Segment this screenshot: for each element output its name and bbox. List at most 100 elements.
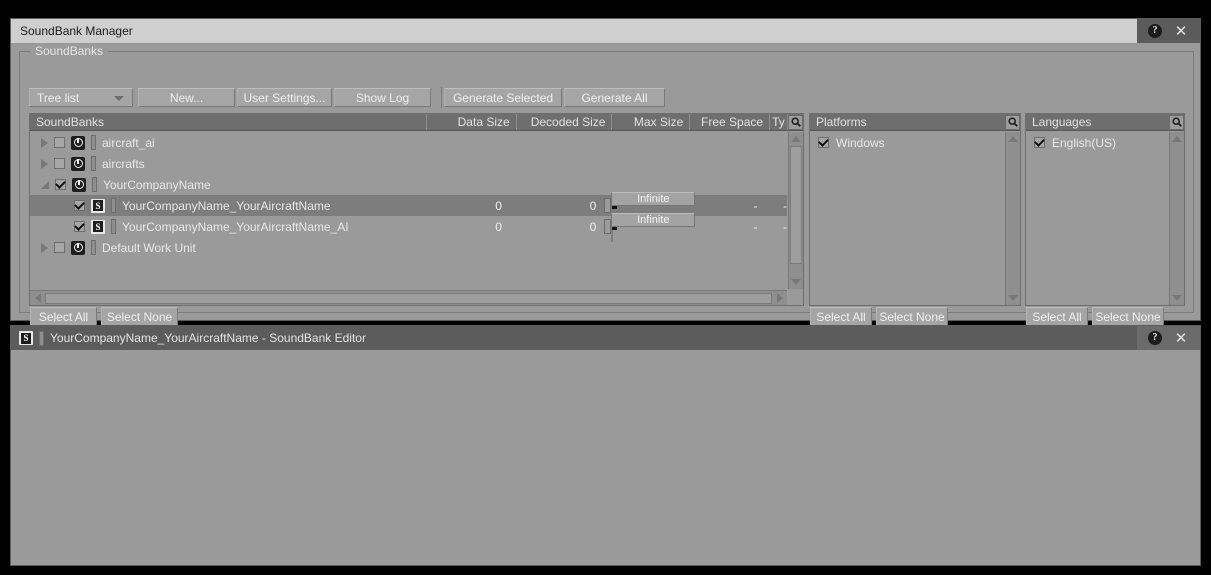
color-bar (91, 156, 96, 171)
row-checkbox[interactable] (74, 221, 85, 232)
work-unit-icon (71, 241, 85, 255)
list-item[interactable]: English(US) (1026, 132, 1168, 153)
soundbanks-column-header: SoundBanks Data Size Decoded Size Max Si… (30, 114, 803, 131)
toolbar-separator (441, 87, 442, 108)
platforms-select-none-button[interactable]: Select None (876, 307, 948, 326)
row-checkbox[interactable] (54, 158, 65, 169)
row-label: YourCompanyName (103, 178, 211, 192)
platforms-vertical-scrollbar[interactable] (1005, 132, 1020, 305)
column-header-free-space[interactable]: Free Space (690, 114, 770, 130)
color-bar (111, 198, 116, 213)
row-label: aircrafts (102, 157, 145, 171)
scroll-up-icon[interactable] (1170, 132, 1184, 146)
scroll-up-icon[interactable] (789, 132, 803, 146)
platform-checkbox[interactable] (818, 137, 829, 148)
cell-decoded-size: 0 (510, 199, 604, 213)
generate-all-button[interactable]: Generate All (564, 88, 665, 107)
help-icon[interactable]: ? (1147, 23, 1163, 39)
expander-expanded-icon[interactable] (41, 181, 49, 189)
scroll-left-icon[interactable] (30, 291, 45, 305)
expander-collapsed-icon[interactable] (41, 159, 48, 169)
cell-type: - (763, 220, 787, 234)
row-checkbox[interactable] (55, 179, 66, 190)
languages-header-label: Languages (1026, 114, 1169, 130)
platforms-header-bar: Platforms (810, 114, 1020, 131)
soundbanks-select-none-button[interactable]: Select None (101, 307, 178, 326)
soundbank-manager-title: SoundBank Manager (20, 24, 133, 38)
column-header-soundbanks[interactable]: SoundBanks (30, 114, 427, 130)
platforms-header-label: Platforms (810, 114, 1005, 130)
new-button[interactable]: New... (138, 88, 235, 107)
cell-decoded-size: 0 (510, 220, 604, 234)
soundbank-editor-window: S YourCompanyName_YourAircraftName - Sou… (10, 325, 1201, 566)
soundbank-manager-window: SoundBank Manager ? ✕ SoundBanks Tree li… (10, 18, 1201, 321)
languages-select-none-button[interactable]: Select None (1092, 307, 1164, 326)
scroll-down-icon[interactable] (789, 275, 803, 289)
user-settings-button[interactable]: User Settings... (237, 88, 332, 107)
scroll-right-icon[interactable] (772, 291, 787, 305)
languages-panel: Languages English(US) (1025, 113, 1185, 306)
work-unit-icon (72, 178, 86, 192)
chevron-down-icon (114, 96, 124, 101)
max-size-value[interactable]: Infinite (611, 192, 695, 206)
language-checkbox[interactable] (1034, 137, 1045, 148)
platforms-panel: Platforms Windows (809, 113, 1021, 306)
soundbanks-select-all-button[interactable]: Select All (30, 307, 97, 326)
languages-vertical-scrollbar[interactable] (1169, 132, 1184, 305)
table-row[interactable]: aircrafts (30, 153, 787, 174)
soundbank-icon: S (91, 220, 105, 234)
row-label: YourCompanyName_YourAircraftName (122, 199, 331, 213)
scrollbar-thumb[interactable] (790, 146, 802, 264)
search-icon[interactable] (1005, 115, 1020, 130)
expander-collapsed-icon[interactable] (41, 138, 48, 148)
soundbanks-groupbox-label: SoundBanks (30, 44, 108, 58)
soundbanks-list-panel: SoundBanks Data Size Decoded Size Max Si… (29, 113, 804, 306)
scroll-down-icon[interactable] (1006, 291, 1020, 305)
scroll-up-icon[interactable] (1006, 132, 1020, 146)
cell-data-size: 0 (421, 220, 509, 234)
soundbank-editor-titlebar: S YourCompanyName_YourAircraftName - Sou… (11, 326, 1200, 350)
column-header-decoded-size[interactable]: Decoded Size (517, 114, 613, 130)
list-item[interactable]: Windows (810, 132, 1004, 153)
soundbanks-horizontal-scrollbar[interactable] (30, 290, 787, 305)
table-row[interactable]: aircraft_ai (30, 132, 787, 153)
color-bar (92, 177, 97, 192)
color-bar (39, 331, 44, 346)
app-root: SoundBank Manager ? ✕ SoundBanks Tree li… (0, 0, 1211, 575)
search-icon[interactable] (1169, 115, 1184, 130)
show-log-button[interactable]: Show Log (334, 88, 431, 107)
expander-collapsed-icon[interactable] (41, 243, 48, 253)
table-row[interactable]: S YourCompanyName_YourAircraftName_AI 0 … (30, 216, 787, 237)
platform-label: Windows (836, 136, 885, 150)
scrollbar-thumb[interactable] (45, 293, 772, 304)
row-checkbox[interactable] (54, 137, 65, 148)
close-icon[interactable]: ✕ (1173, 23, 1189, 39)
column-header-data-size[interactable]: Data Size (427, 114, 517, 130)
generate-selected-button[interactable]: Generate Selected (444, 88, 562, 107)
cell-free-space: - (699, 199, 764, 213)
color-bar (91, 135, 96, 150)
color-bar (91, 240, 96, 255)
scroll-down-icon[interactable] (1170, 291, 1184, 305)
languages-header-bar: Languages (1026, 114, 1184, 131)
row-checkbox[interactable] (54, 242, 65, 253)
row-checkbox[interactable] (74, 200, 85, 211)
max-size-value[interactable]: Infinite (611, 213, 695, 227)
soundbank-manager-titlebar: SoundBank Manager ? ✕ (11, 19, 1200, 43)
column-header-max-size[interactable]: Max Size (612, 114, 690, 130)
view-mode-combo[interactable]: Tree list (29, 88, 133, 107)
close-icon[interactable]: ✕ (1173, 330, 1189, 346)
language-label: English(US) (1052, 136, 1116, 150)
column-header-type[interactable]: Ty (770, 114, 788, 130)
search-icon[interactable] (788, 115, 803, 130)
work-unit-icon (71, 136, 85, 150)
cell-data-size: 0 (421, 199, 509, 213)
platforms-select-all-button[interactable]: Select All (810, 307, 872, 326)
soundbanks-vertical-scrollbar[interactable] (788, 132, 803, 289)
table-row[interactable]: Default Work Unit (30, 237, 787, 258)
soundbank-editor-title: YourCompanyName_YourAircraftName - Sound… (50, 331, 366, 345)
help-icon[interactable]: ? (1147, 330, 1163, 346)
color-bar (111, 219, 116, 234)
cell-type: - (763, 199, 787, 213)
languages-select-all-button[interactable]: Select All (1026, 307, 1088, 326)
